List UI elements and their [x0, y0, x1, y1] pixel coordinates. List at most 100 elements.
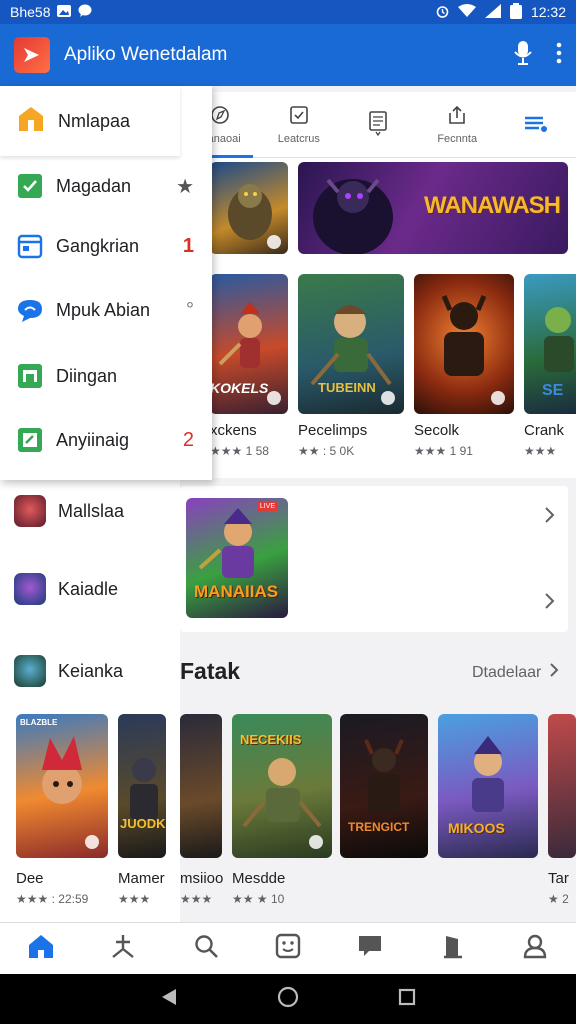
bottom-game-art-text: TRENGICT	[348, 820, 410, 834]
nav-messages[interactable]	[329, 923, 411, 975]
chevron-right-icon[interactable]	[544, 592, 556, 615]
bottom-game-card-6[interactable]	[548, 714, 576, 858]
game-card-1[interactable]: TUBEINN	[298, 274, 404, 414]
bottom-game-title: Mamer	[118, 870, 165, 887]
chat-bubble-icon	[16, 296, 44, 324]
battery-icon	[509, 2, 522, 22]
left-list-label: Mallslaa	[58, 500, 125, 521]
door-icon	[442, 933, 464, 964]
tab-4[interactable]	[497, 92, 576, 157]
menu-icon	[523, 112, 549, 137]
status-bar: Bhe58 12:32	[0, 0, 576, 24]
star-tool-icon	[110, 933, 136, 964]
app-bar: Apliko Wenetdalam	[0, 24, 576, 86]
bottom-game-card-1[interactable]: JUODK	[118, 714, 166, 858]
store-icon	[16, 362, 44, 390]
promo-tag: LIVE	[256, 502, 278, 511]
game-card-2[interactable]	[414, 274, 514, 414]
nav-search[interactable]	[165, 923, 247, 975]
bottom-game-card-2[interactable]	[180, 714, 222, 858]
bottom-game-title: Mesdde	[232, 870, 286, 887]
drawer-header[interactable]: Nmlapaa	[0, 86, 180, 156]
drawer-item-label: Anyiinaig	[56, 429, 130, 450]
check-box-icon	[288, 104, 310, 129]
shield-check-icon	[16, 172, 44, 200]
drawer-item-0[interactable]: Magadan ★	[0, 156, 212, 216]
bottom-game-art-text: JUODK	[120, 816, 166, 831]
bottom-game-art-text: MIKOOS	[448, 820, 505, 836]
chevron-right-icon	[549, 662, 559, 683]
bottom-game-card-3[interactable]: NECEKIIS	[232, 714, 332, 858]
bottom-game-rating: ★★★	[118, 892, 151, 906]
section-more-link[interactable]: Dtadelaar	[472, 662, 559, 683]
tab-3[interactable]: Fecnnta	[418, 92, 497, 157]
status-left-text: Bhe58	[10, 4, 51, 20]
nav-face-box[interactable]	[247, 923, 329, 975]
promo-card[interactable]: LIVE MANAIIAS	[180, 486, 568, 632]
game-title: Secolk	[414, 422, 460, 439]
game-row: KOKELS TUBEINN SE xckens ★★★ 1 58 Peceli…	[180, 266, 576, 478]
bottom-game-card-4[interactable]: TRENGICT	[340, 714, 428, 858]
mic-icon[interactable]	[512, 39, 534, 72]
nav-door[interactable]	[411, 923, 493, 975]
game-card-art-text: SE	[542, 382, 564, 399]
promo-art-text: MANAIIAS	[194, 582, 279, 601]
home-icon	[27, 933, 55, 964]
drawer-item-label: Magadan	[56, 175, 132, 196]
drawer-item-label: Diingan	[56, 365, 118, 386]
bottom-navigation	[0, 922, 576, 974]
chevron-right-icon[interactable]	[544, 506, 556, 529]
more-vert-icon[interactable]	[556, 42, 562, 69]
home-circle-icon[interactable]	[277, 986, 299, 1013]
bottom-game-title: Tar	[548, 870, 569, 887]
game-avatar-icon	[14, 655, 46, 687]
bottom-game-card-0[interactable]: BLAZBLE	[16, 714, 108, 858]
edit-box-icon	[16, 426, 44, 454]
profile-icon	[522, 933, 548, 964]
bottom-game-art-text: BLAZBLE	[20, 718, 58, 727]
drawer-item-3[interactable]: Diingan	[0, 346, 212, 406]
game-rating: ★★★ 1 91	[414, 444, 473, 458]
left-list-item[interactable]: Kaiadle	[0, 572, 180, 606]
game-card-art-text: KOKELS	[210, 380, 269, 396]
game-card-0[interactable]: KOKELS	[210, 274, 288, 414]
bottom-game-rating: ★★ ★ 10	[232, 892, 285, 906]
app-logo-icon	[14, 37, 50, 73]
drawer-item-4[interactable]: Anyiinaig 2	[0, 410, 212, 470]
nav-profile[interactable]	[494, 923, 576, 975]
drawer-item-2[interactable]: Mpuk Abian °	[0, 280, 212, 340]
app-title: Apliko Wenetdalam	[64, 44, 228, 65]
home-folder-icon	[16, 104, 46, 139]
game-rating: ★★ : 5 0K	[298, 444, 355, 458]
drawer-item-mark: °	[186, 298, 194, 321]
banner-title: WANAWASH	[424, 192, 561, 219]
section-more-label: Dtadelaar	[472, 663, 542, 681]
gallery-icon	[57, 4, 72, 20]
bottom-game-rating: ★★★	[180, 892, 213, 906]
alarm-icon	[436, 4, 449, 21]
tab-2[interactable]	[338, 92, 417, 157]
bottom-game-card-5[interactable]: MIKOOS	[438, 714, 538, 858]
signal-icon	[484, 3, 501, 21]
tab-1[interactable]: Leatcrus	[259, 92, 338, 157]
bottom-game-title: Dee	[16, 870, 44, 887]
search-icon	[193, 933, 219, 964]
featured-game-card[interactable]	[210, 162, 288, 254]
back-icon[interactable]	[160, 987, 178, 1012]
left-list-item[interactable]: Keianka	[0, 654, 180, 688]
recents-icon[interactable]	[398, 988, 416, 1011]
drawer-item-mark: 2	[182, 428, 194, 451]
left-list-item[interactable]: Mallslaa	[0, 494, 180, 528]
section-title: Fatak	[180, 658, 241, 684]
game-rating: ★★★ 1 58	[210, 444, 269, 458]
nav-star-tool[interactable]	[82, 923, 164, 975]
wifi-icon	[457, 3, 476, 21]
drawer-header-label: Nmlapaa	[58, 110, 131, 131]
nav-home[interactable]	[0, 923, 82, 975]
banner-card[interactable]: WANAWASH	[298, 162, 568, 254]
chat-bubble-status-icon	[78, 4, 92, 20]
drawer-item-1[interactable]: Gangkrian 1	[0, 216, 212, 276]
bottom-game-art-text: NECEKIIS	[240, 732, 302, 747]
left-panel: Mallslaa Kaiadle Keianka BLAZBLE JUODK D…	[0, 480, 180, 922]
game-card-3[interactable]: SE	[524, 274, 576, 414]
